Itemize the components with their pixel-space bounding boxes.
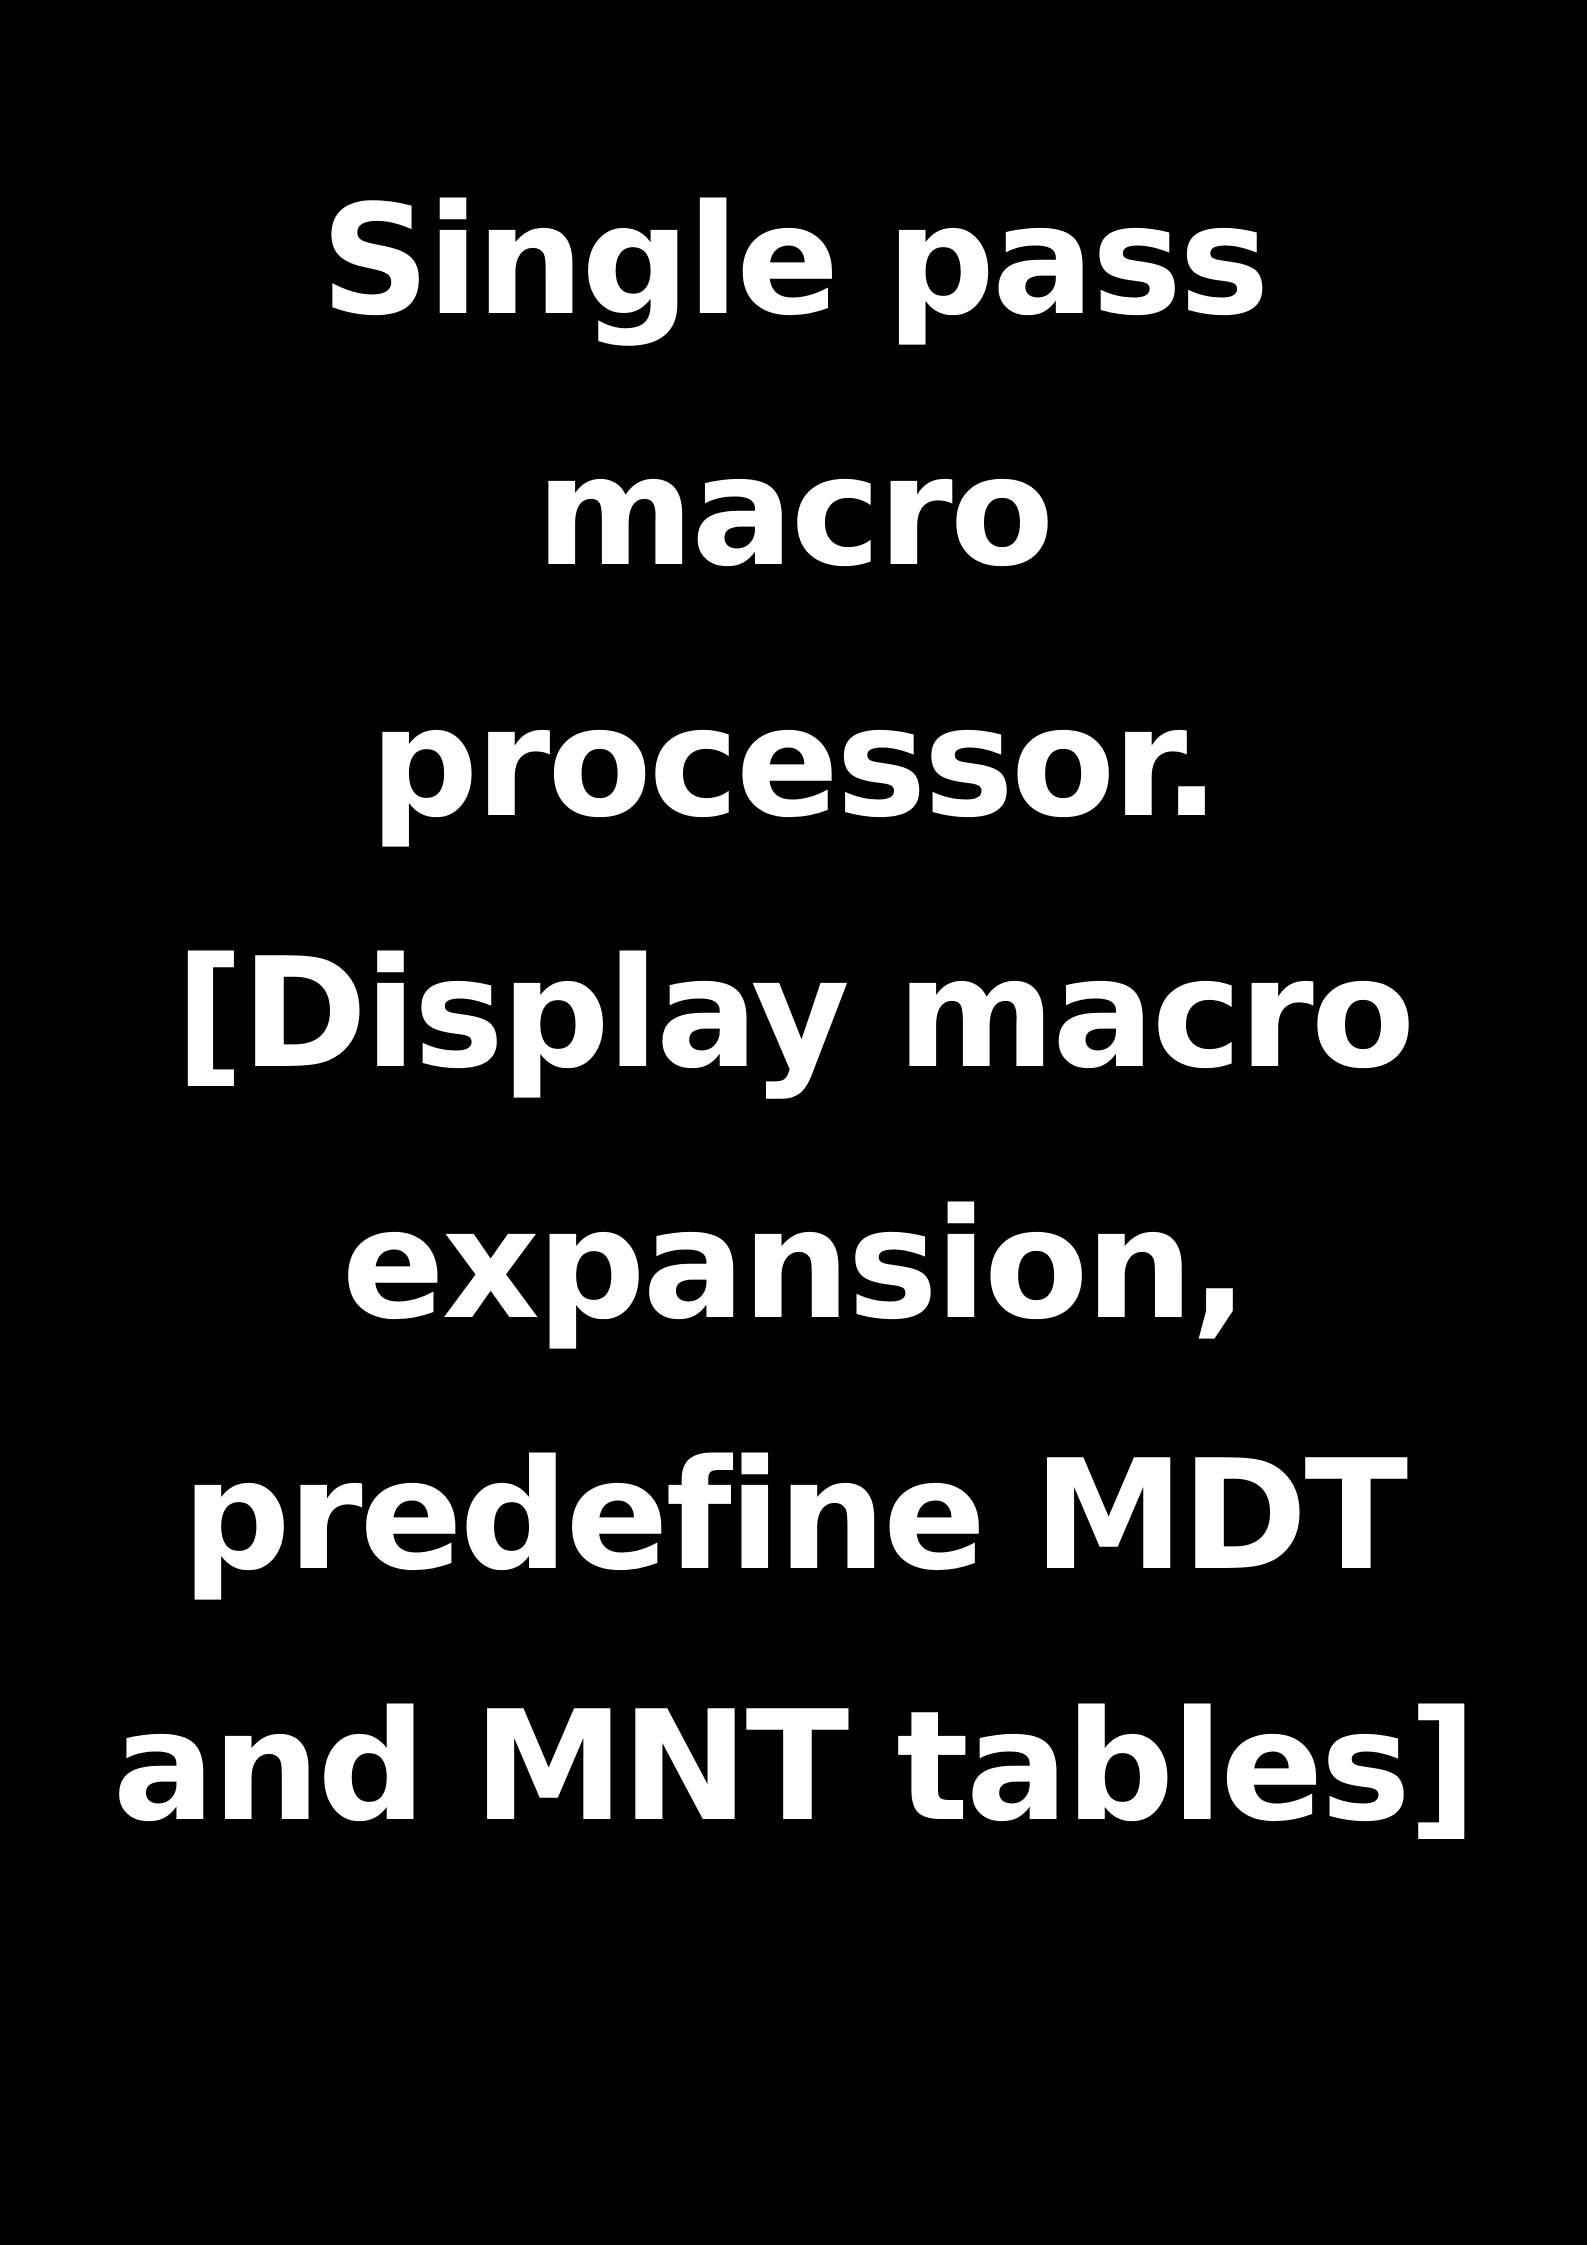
title-line-1: Single pass bbox=[320, 172, 1269, 349]
poster: Single pass macro processor. [Display ma… bbox=[0, 0, 1587, 2245]
page-title: Single pass macro processor. [Display ma… bbox=[0, 135, 1587, 1892]
title-line-7: and MNT tables] bbox=[112, 1678, 1478, 1855]
title-line-5: expansion, bbox=[341, 1176, 1249, 1353]
title-line-2: macro bbox=[535, 423, 1054, 600]
title-line-3: processor. bbox=[369, 674, 1221, 851]
title-line-4: [Display macro bbox=[174, 925, 1415, 1102]
title-line-6: predefine MDT bbox=[181, 1427, 1408, 1604]
